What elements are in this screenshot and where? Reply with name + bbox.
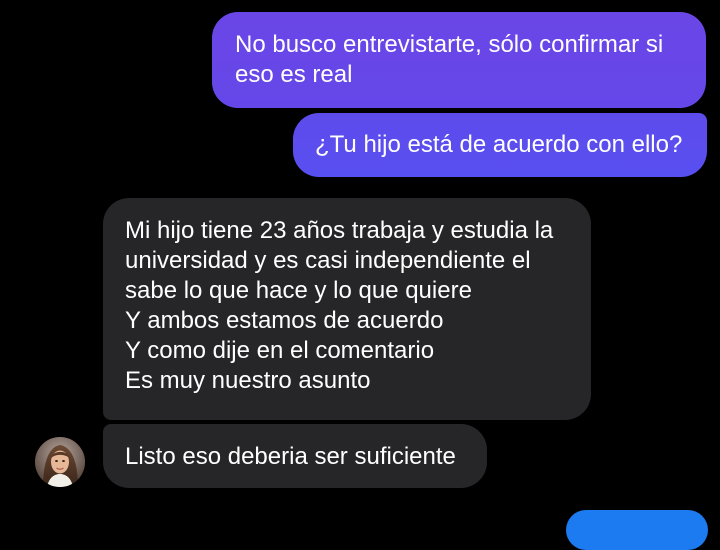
message-text-line: universidad y es casi independiente el bbox=[125, 247, 531, 274]
message-text-line: Mi hijo tiene 23 años trabaja y estudia … bbox=[125, 217, 554, 244]
received-message-bubble[interactable]: Listo eso deberia ser suficiente bbox=[103, 424, 487, 488]
message-text-line: No busco entrevistarte, sólo confirmar s… bbox=[235, 31, 664, 58]
sent-message-bubble[interactable]: ¿Tu hijo está de acuerdo con ello? bbox=[293, 113, 707, 177]
partial-sent-message-bubble[interactable] bbox=[566, 510, 708, 550]
avatar-photo-icon bbox=[35, 437, 85, 487]
message-text-line: Y ambos estamos de acuerdo bbox=[125, 307, 444, 334]
sent-message-bubble[interactable]: No busco entrevistarte, sólo confirmar s… bbox=[212, 12, 706, 108]
message-text-line: ¿Tu hijo está de acuerdo con ello? bbox=[315, 131, 683, 158]
message-text-line: sabe lo que hace y lo que quiere bbox=[125, 277, 472, 304]
message-text-line: Es muy nuestro asunto bbox=[125, 367, 371, 394]
contact-avatar[interactable] bbox=[35, 437, 85, 487]
message-text-line: Listo eso deberia ser suficiente bbox=[125, 443, 456, 470]
message-text-line: eso es real bbox=[235, 61, 353, 88]
received-message-bubble[interactable]: Mi hijo tiene 23 años trabaja y estudia … bbox=[103, 198, 591, 420]
message-text-line: Y como dije en el comentario bbox=[125, 337, 435, 364]
message-thread: No busco entrevistarte, sólo confirmar s… bbox=[0, 0, 720, 550]
